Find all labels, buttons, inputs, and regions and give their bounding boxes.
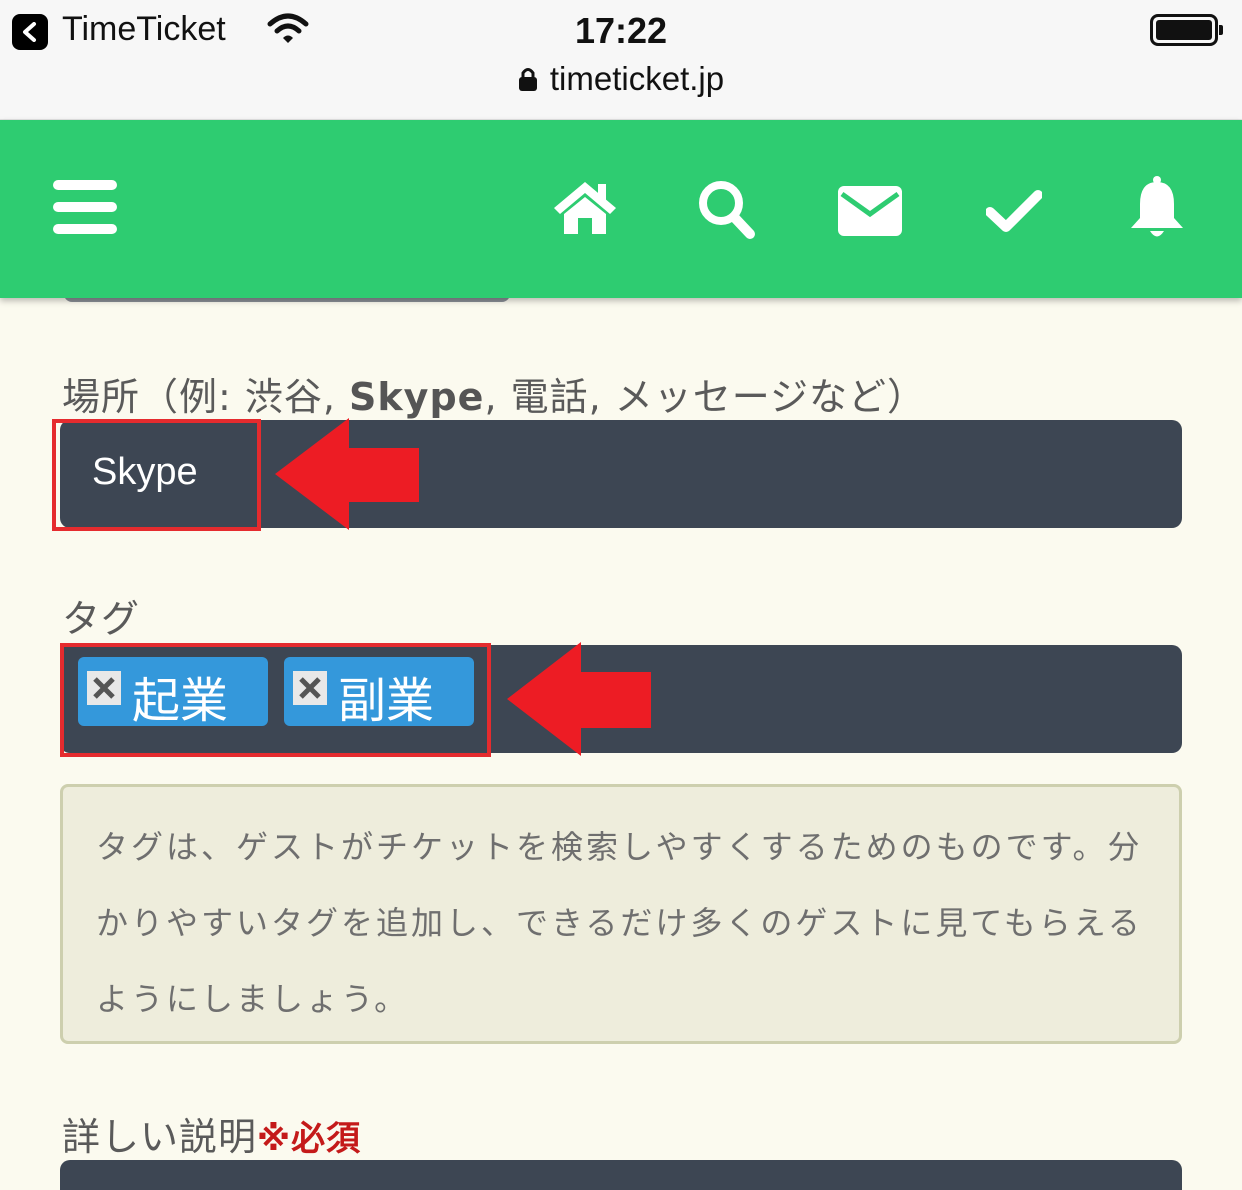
bell-icon[interactable] bbox=[1128, 176, 1186, 242]
tags-help-note: タグは、ゲストがチケットを検索しやすくするためのものです。分かりやすいタグを追加… bbox=[60, 784, 1182, 1044]
lock-icon bbox=[518, 68, 537, 91]
status-time: 17:22 bbox=[574, 10, 668, 51]
tags-label: タグ bbox=[62, 597, 141, 641]
red-arrow-left-icon bbox=[275, 418, 419, 530]
required-mark: ※必須 bbox=[257, 1119, 362, 1159]
red-arrow-left-icon bbox=[507, 642, 651, 756]
url-text: timeticket.jp bbox=[549, 60, 725, 97]
status-bar: TimeTicket 17:22 timeticket.jp bbox=[0, 0, 1242, 120]
check-icon[interactable] bbox=[986, 190, 1042, 232]
tags-highlight-box bbox=[60, 643, 491, 757]
location-label: 場所（例: 渋谷, Skype, 電話, メッセージなど） bbox=[62, 375, 926, 419]
description-label: 詳しい説明※必須 bbox=[62, 1115, 362, 1159]
location-highlight-box bbox=[52, 419, 261, 531]
address-bar[interactable]: timeticket.jp bbox=[0, 60, 1242, 98]
tags-help-text: タグは、ゲストがチケットを検索しやすくするためのものです。分かりやすいタグを追加… bbox=[96, 828, 1143, 1018]
description-input[interactable] bbox=[60, 1160, 1182, 1190]
battery-icon bbox=[1150, 14, 1223, 46]
home-icon[interactable] bbox=[552, 180, 618, 234]
envelope-icon[interactable] bbox=[838, 186, 902, 236]
hamburger-menu-icon[interactable] bbox=[53, 180, 117, 234]
search-icon[interactable] bbox=[696, 178, 756, 240]
top-navbar bbox=[0, 120, 1242, 298]
